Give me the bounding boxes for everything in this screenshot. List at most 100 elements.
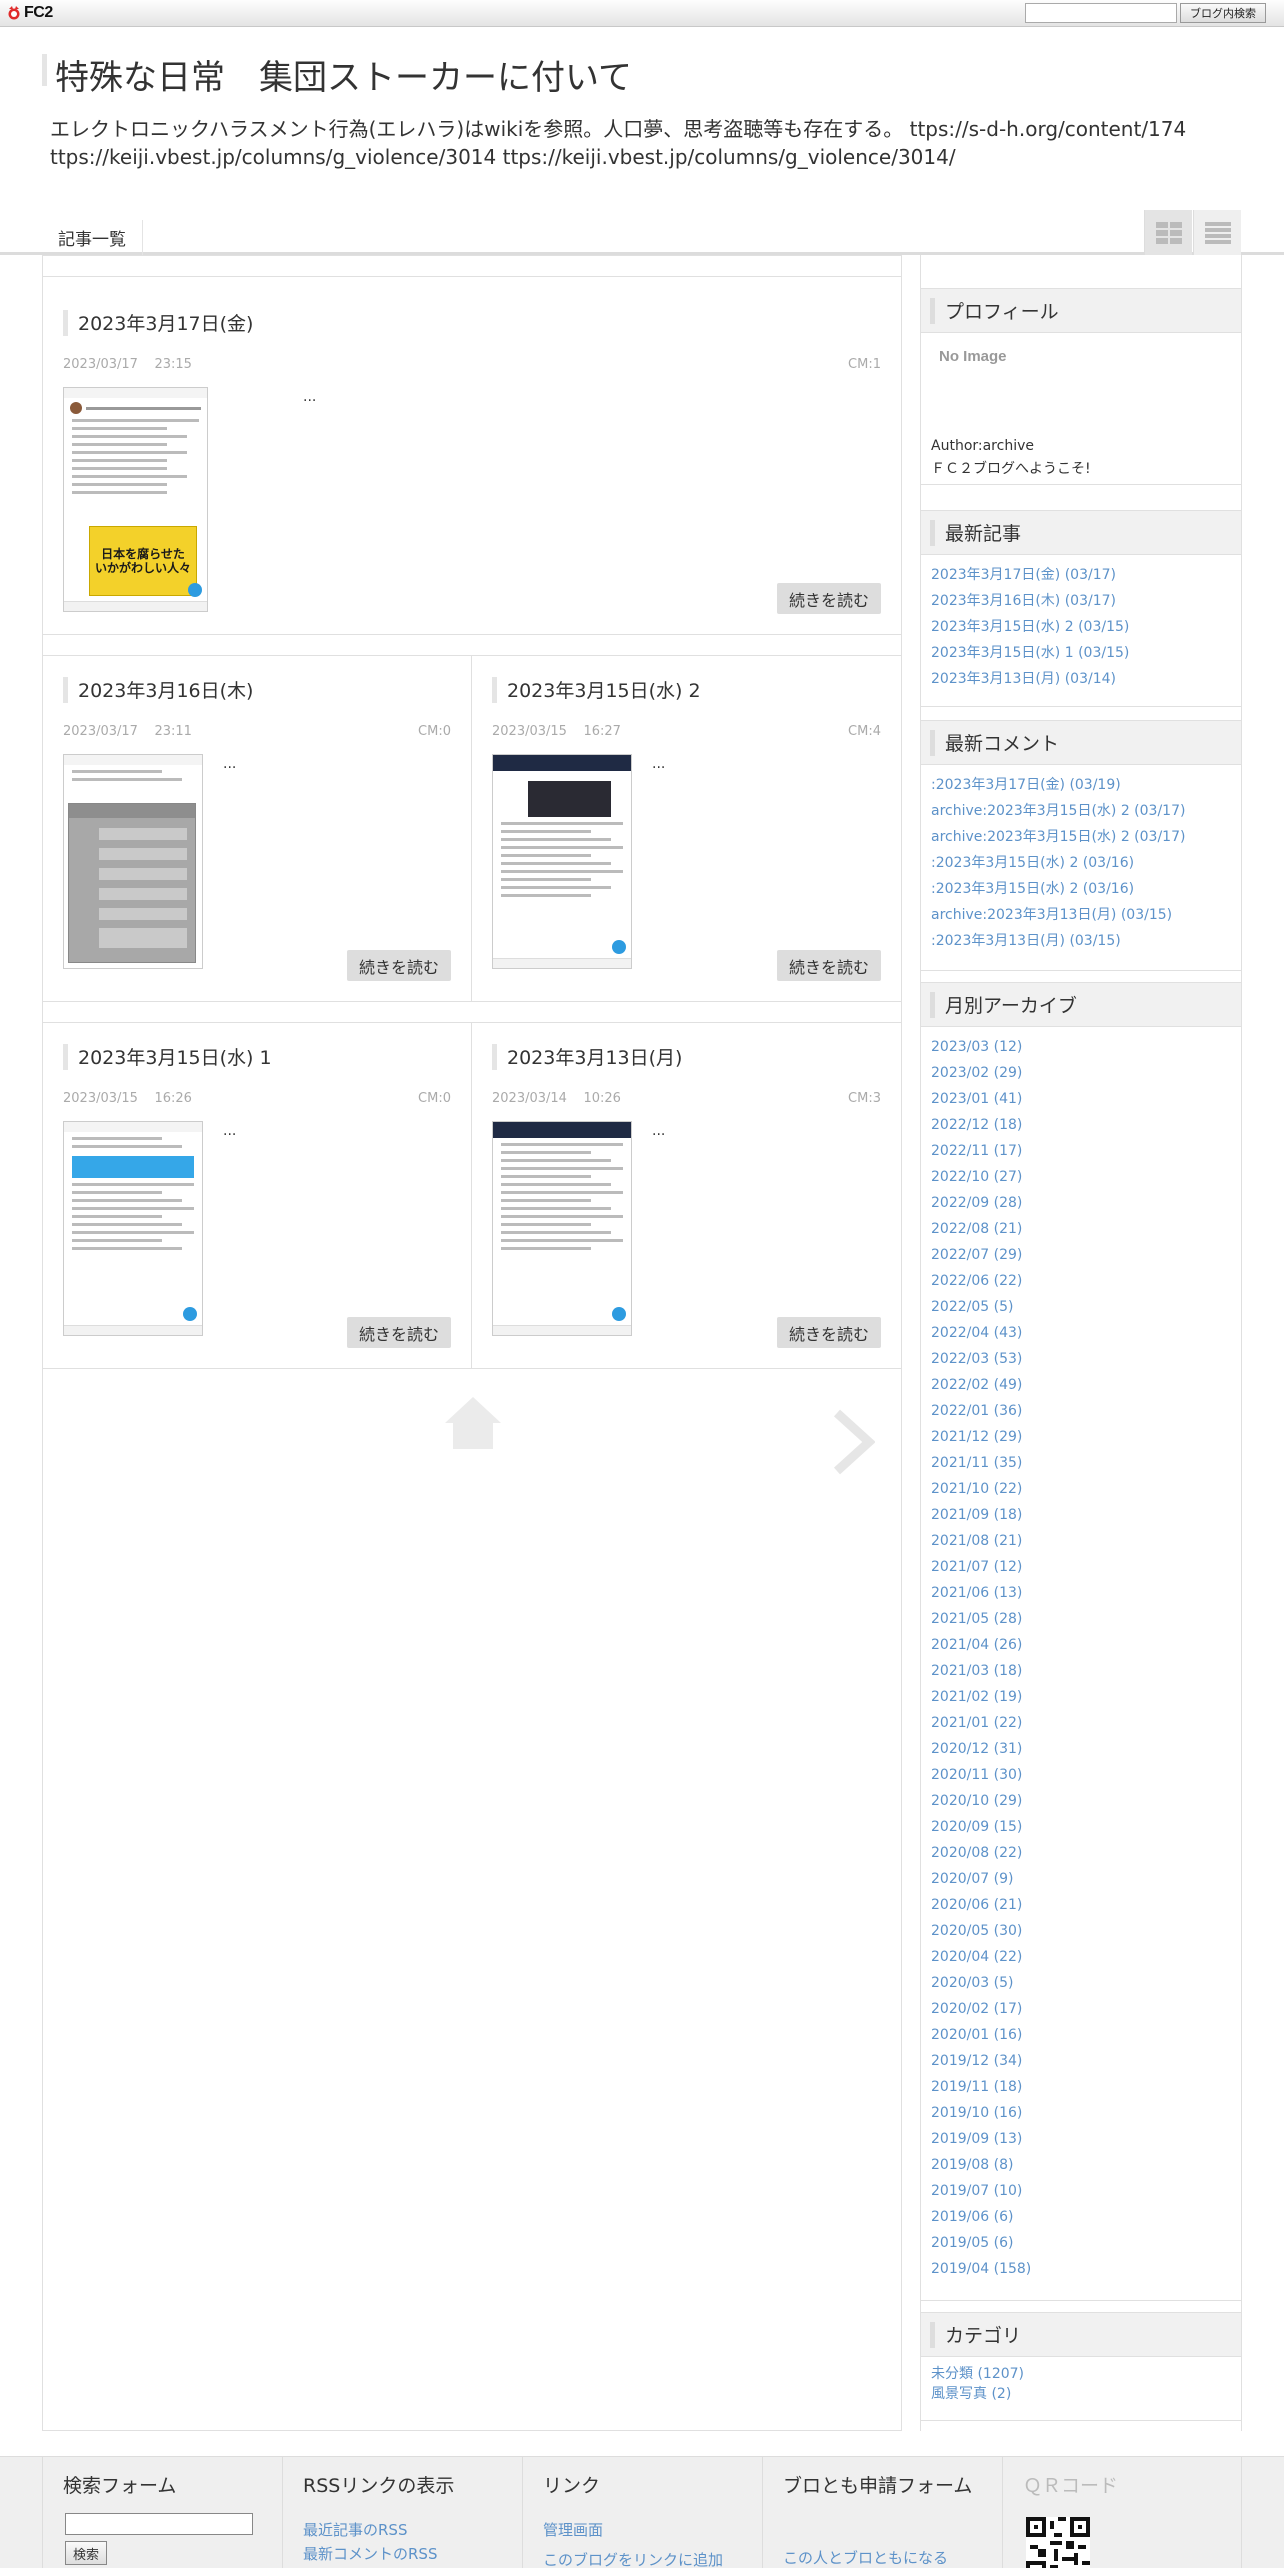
archive-month-link[interactable]: 2020/04 (22) (931, 1949, 1022, 1965)
article-meta: 2023/03/17 23:15 (63, 357, 192, 372)
archive-month-link[interactable]: 2021/07 (12) (931, 1559, 1022, 1575)
archive-month-link[interactable]: 2022/08 (21) (931, 1221, 1022, 1237)
archive-month-link[interactable]: 2020/05 (30) (931, 1923, 1022, 1939)
article-list-link[interactable]: 記事一覧 (42, 220, 143, 255)
article-comment-count[interactable]: CM:3 (848, 1091, 881, 1106)
archive-month-link[interactable]: 2021/02 (19) (931, 1689, 1022, 1705)
archive-month-link[interactable]: 2021/04 (26) (931, 1637, 1022, 1653)
recent-post-link[interactable]: 2023年3月15日(水) 1 (03/15) (931, 645, 1129, 661)
archive-month-link[interactable]: 2023/03 (12) (931, 1039, 1022, 1055)
archive-month-link[interactable]: 2023/02 (29) (931, 1065, 1022, 1081)
recent-post-link[interactable]: 2023年3月15日(水) 2 (03/15) (931, 619, 1129, 635)
archive-month-link[interactable]: 2021/05 (28) (931, 1611, 1022, 1627)
read-more-button[interactable]: 続きを読む (347, 1317, 451, 1348)
article-comment-count[interactable]: CM:0 (418, 1091, 451, 1106)
archive-month-link[interactable]: 2021/08 (21) (931, 1533, 1022, 1549)
archive-month-link[interactable]: 2022/11 (17) (931, 1143, 1022, 1159)
recent-comment-link[interactable]: :2023年3月13日(月) (03/15) (931, 933, 1121, 949)
archive-month-link[interactable]: 2022/05 (5) (931, 1299, 1013, 1315)
archive-month-link[interactable]: 2022/12 (18) (931, 1117, 1022, 1133)
archive-month-link[interactable]: 2019/07 (10) (931, 2183, 1022, 2199)
recent-comment-link[interactable]: archive:2023年3月15日(水) 2 (03/17) (931, 829, 1185, 845)
add-blog-link[interactable]: このブログをリンクに追加 (543, 2549, 723, 2568)
archive-month-link[interactable]: 2022/03 (53) (931, 1351, 1022, 1367)
article-thumbnail[interactable] (492, 1121, 632, 1336)
article-title-link[interactable]: 2023年3月13日(月) (507, 1043, 682, 1070)
archive-month-link[interactable]: 2020/02 (17) (931, 2001, 1022, 2017)
archive-month-link[interactable]: 2022/09 (28) (931, 1195, 1022, 1211)
blog-search-button[interactable]: ブログ内検索 (1180, 3, 1266, 23)
archive-month-link[interactable]: 2021/12 (29) (931, 1429, 1022, 1445)
recent-comment-link[interactable]: :2023年3月17日(金) (03/19) (931, 777, 1121, 793)
article-thumbnail[interactable] (63, 1121, 203, 1336)
archive-month-link[interactable]: 2020/01 (16) (931, 2027, 1022, 2043)
archive-month-link[interactable]: 2022/01 (36) (931, 1403, 1022, 1419)
list-view-button[interactable] (1193, 210, 1241, 255)
archive-month-link[interactable]: 2019/05 (6) (931, 2235, 1013, 2251)
recent-comment-link[interactable]: archive:2023年3月15日(水) 2 (03/17) (931, 803, 1185, 819)
next-page-icon[interactable] (833, 1409, 876, 1479)
archive-month-link[interactable]: 2019/08 (8) (931, 2157, 1013, 2173)
archive-month-link[interactable]: 2021/06 (13) (931, 1585, 1022, 1601)
article-comment-count[interactable]: CM:1 (848, 357, 881, 372)
read-more-button[interactable]: 続きを読む (777, 1317, 881, 1348)
fc2-logo[interactable]: FC2 (6, 4, 53, 22)
archive-month-link[interactable]: 2020/07 (9) (931, 1871, 1013, 1887)
article-title-link[interactable]: 2023年3月15日(水) 1 (78, 1043, 272, 1070)
archive-month-link[interactable]: 2022/10 (27) (931, 1169, 1022, 1185)
recent-comment-link[interactable]: archive:2023年3月13日(月) (03/15) (931, 907, 1172, 923)
article-card: 2023年3月17日(金) 2023/03/17 23:15 CM:1 日本を腐… (42, 289, 902, 634)
article-title-link[interactable]: 2023年3月15日(水) 2 (507, 676, 701, 703)
home-icon[interactable] (443, 1395, 503, 1455)
article-thumbnail[interactable] (492, 754, 632, 969)
article-thumbnail[interactable]: 日本を腐らせた いかがわしい人々 (63, 387, 208, 612)
archive-month-link[interactable]: 2020/03 (5) (931, 1975, 1013, 1991)
recent-comment-link[interactable]: :2023年3月15日(水) 2 (03/16) (931, 881, 1134, 897)
footer-search-input[interactable] (65, 2513, 253, 2535)
grid-view-button[interactable] (1144, 210, 1192, 255)
recent-post-link[interactable]: 2023年3月13日(月) (03/14) (931, 671, 1116, 687)
rss-posts-link[interactable]: 最近記事のRSS (303, 2519, 407, 2540)
archive-month-link[interactable]: 2019/06 (6) (931, 2209, 1013, 2225)
recent-post-link[interactable]: 2023年3月17日(金) (03/17) (931, 567, 1116, 583)
archive-month-link[interactable]: 2022/06 (22) (931, 1273, 1022, 1289)
archive-month-link[interactable]: 2019/09 (13) (931, 2131, 1022, 2147)
archive-month-link[interactable]: 2019/10 (16) (931, 2105, 1022, 2121)
admin-link[interactable]: 管理画面 (543, 2519, 603, 2540)
archive-month-link[interactable]: 2020/12 (31) (931, 1741, 1022, 1757)
archive-month-link[interactable]: 2020/08 (22) (931, 1845, 1022, 1861)
read-more-button[interactable]: 続きを読む (777, 583, 881, 614)
footer-search-button[interactable]: 検索 (65, 2541, 107, 2565)
archive-month-link[interactable]: 2020/10 (29) (931, 1793, 1022, 1809)
article-comment-count[interactable]: CM:4 (848, 724, 881, 739)
archive-month-link[interactable]: 2023/01 (41) (931, 1091, 1022, 1107)
category-link[interactable]: 未分類 (1207) (931, 2366, 1024, 2382)
archive-month-link[interactable]: 2019/11 (18) (931, 2079, 1022, 2095)
archive-month-link[interactable]: 2022/07 (29) (931, 1247, 1022, 1263)
read-more-button[interactable]: 続きを読む (777, 950, 881, 981)
archive-month-link[interactable]: 2022/04 (43) (931, 1325, 1022, 1341)
archive-month-link[interactable]: 2021/03 (18) (931, 1663, 1022, 1679)
archive-month-link[interactable]: 2019/12 (34) (931, 2053, 1022, 2069)
archive-month-link[interactable]: 2020/11 (30) (931, 1767, 1022, 1783)
read-more-button[interactable]: 続きを読む (347, 950, 451, 981)
archive-month-link[interactable]: 2022/02 (49) (931, 1377, 1022, 1393)
archive-month-link[interactable]: 2020/09 (15) (931, 1819, 1022, 1835)
article-comment-count[interactable]: CM:0 (418, 724, 451, 739)
archive-month-link[interactable]: 2021/10 (22) (931, 1481, 1022, 1497)
archive-month-link[interactable]: 2021/11 (35) (931, 1455, 1022, 1471)
archive-month-link[interactable]: 2020/06 (21) (931, 1897, 1022, 1913)
category-link[interactable]: 風景写真 (2) (931, 2386, 1011, 2402)
rss-comments-link[interactable]: 最新コメントのRSS (303, 2543, 437, 2564)
recent-comment-link[interactable]: :2023年3月15日(水) 2 (03/16) (931, 855, 1134, 871)
recent-post-link[interactable]: 2023年3月16日(木) (03/17) (931, 593, 1116, 609)
article-title-link[interactable]: 2023年3月16日(木) (78, 676, 253, 703)
article-title-link[interactable]: 2023年3月17日(金) (78, 309, 253, 336)
archive-month-link[interactable]: 2021/01 (22) (931, 1715, 1022, 1731)
blog-search-input[interactable] (1025, 3, 1177, 23)
article-thumbnail[interactable] (63, 754, 203, 969)
archive-month-link[interactable]: 2019/04 (158) (931, 2261, 1031, 2277)
friend-request-link[interactable]: この人とブロともになる (783, 2547, 948, 2568)
archive-month-link[interactable]: 2021/09 (18) (931, 1507, 1022, 1523)
blog-title[interactable]: 特殊な日常 集団ストーカーに付いて (55, 50, 632, 99)
